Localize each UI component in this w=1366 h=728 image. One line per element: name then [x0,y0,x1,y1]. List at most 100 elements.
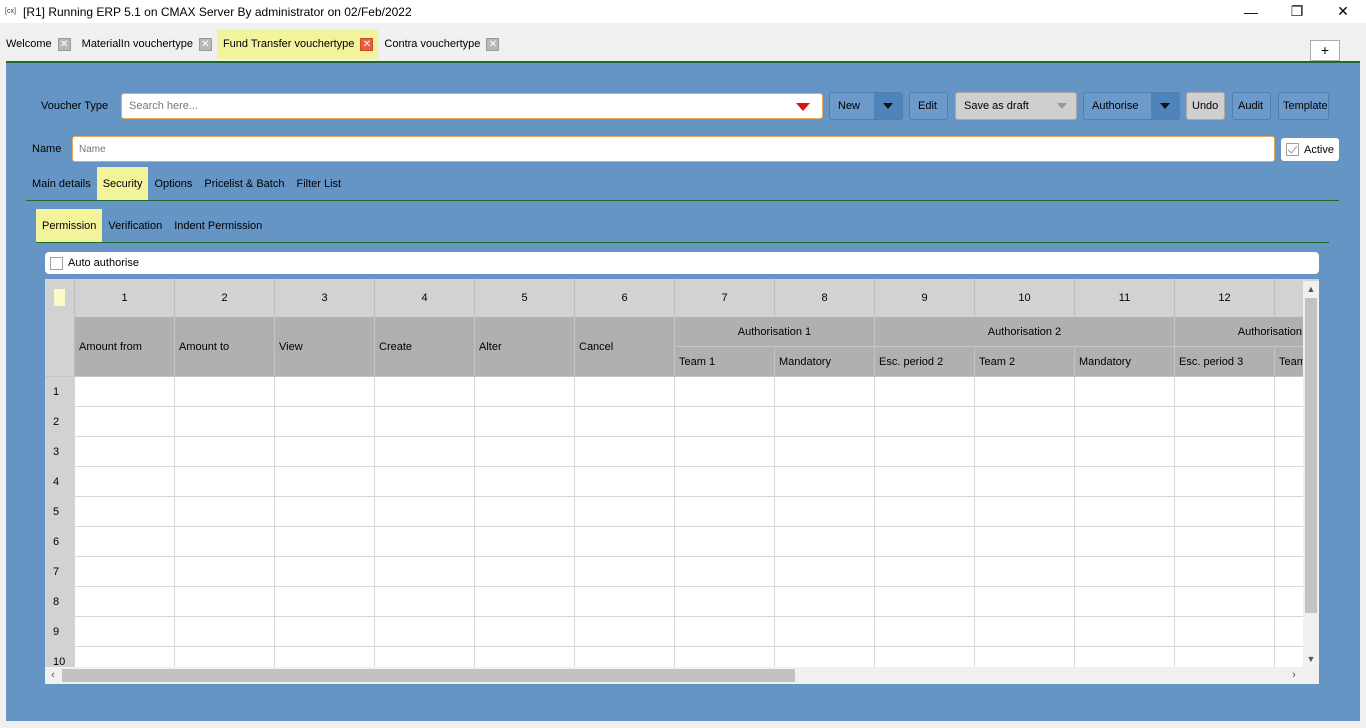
grid-cell[interactable] [1175,587,1275,617]
tab-permission[interactable]: Permission [36,209,103,242]
grid-cell[interactable] [575,557,675,587]
grid-cell[interactable] [475,587,575,617]
grid-cell[interactable] [775,407,875,437]
grid-cell[interactable] [1075,377,1175,407]
grid-cell[interactable] [375,527,475,557]
grid-cell[interactable] [775,617,875,647]
scroll-right-icon[interactable]: › [1286,667,1302,684]
grid-cell[interactable] [1075,437,1175,467]
grid-cell[interactable] [75,587,175,617]
row-number[interactable]: 4 [45,467,75,497]
grid-cell[interactable] [75,467,175,497]
horizontal-scroll-thumb[interactable] [62,669,795,682]
grid-cell[interactable] [275,617,375,647]
grid-cell[interactable] [975,377,1075,407]
doc-tab-contra[interactable]: Contra vouchertype ✕ [378,29,504,59]
grid-cell[interactable] [575,467,675,497]
grid-cell[interactable] [975,437,1075,467]
grid-cell[interactable] [175,377,275,407]
save-draft-dropdown-icon[interactable] [1048,93,1076,119]
maximize-icon[interactable]: ❐ [1274,0,1320,23]
column-number-header[interactable]: 1 [75,279,175,317]
grid-cell[interactable] [375,467,475,497]
grid-cell[interactable] [175,407,275,437]
grid-cell[interactable] [375,407,475,437]
row-number[interactable]: 8 [45,587,75,617]
row-number[interactable]: 5 [45,497,75,527]
doc-tab-materialin[interactable]: MaterialIn vouchertype ✕ [76,29,217,59]
doc-tab-fund-transfer[interactable]: Fund Transfer vouchertype ✕ [216,29,379,59]
active-checkbox[interactable] [1286,143,1299,156]
grid-cell[interactable] [475,467,575,497]
grid-cell[interactable] [475,437,575,467]
grid-cell[interactable] [675,527,775,557]
grid-cell[interactable] [275,467,375,497]
column-header[interactable]: View [275,317,375,377]
column-number-header[interactable]: 9 [875,279,975,317]
grid-cell[interactable] [675,407,775,437]
column-number-header[interactable]: 3 [275,279,375,317]
grid-cell[interactable] [375,437,475,467]
grid-cell[interactable] [775,497,875,527]
grid-cell[interactable] [675,467,775,497]
tab-pricelist-batch[interactable]: Pricelist & Batch [198,167,290,200]
grid-cell[interactable] [575,377,675,407]
column-header[interactable]: Create [375,317,475,377]
grid-cell[interactable] [575,497,675,527]
grid-cell[interactable] [775,377,875,407]
grid-cell[interactable] [75,527,175,557]
grid-cell[interactable] [575,437,675,467]
sub-column-header[interactable]: Mandatory [1075,347,1175,377]
tab-indent-permission[interactable]: Indent Permission [168,209,268,242]
grid-cell[interactable] [275,407,375,437]
grid-cell[interactable] [875,587,975,617]
grid-cell[interactable] [75,407,175,437]
grid-cell[interactable] [175,467,275,497]
grid-cell[interactable] [1075,617,1175,647]
grid-cell[interactable] [675,617,775,647]
auto-authorise-checkbox[interactable] [50,256,63,270]
grid-cell[interactable] [975,557,1075,587]
save-draft-button[interactable]: Save as draft [955,92,1077,120]
grid-cell[interactable] [175,617,275,647]
grid-cell[interactable] [975,467,1075,497]
grid-cell[interactable] [1175,617,1275,647]
grid-cell[interactable] [1075,587,1175,617]
grid-cell[interactable] [375,587,475,617]
grid-cell[interactable] [75,617,175,647]
grid-cell[interactable] [475,617,575,647]
column-number-header[interactable]: 2 [175,279,275,317]
grid-cell[interactable] [575,617,675,647]
grid-cell[interactable] [1175,437,1275,467]
row-number[interactable]: 3 [45,437,75,467]
grid-cell[interactable] [1075,527,1175,557]
grid-cell[interactable] [175,437,275,467]
grid-cell[interactable] [875,437,975,467]
grid-cell[interactable] [475,407,575,437]
close-icon[interactable]: ✕ [1320,0,1366,23]
column-number-header[interactable]: 4 [375,279,475,317]
row-number[interactable]: 6 [45,527,75,557]
grid-cell[interactable] [975,407,1075,437]
scroll-up-icon[interactable]: ▲ [1303,281,1319,297]
grid-cell[interactable] [475,527,575,557]
grid-cell[interactable] [975,587,1075,617]
grid-cell[interactable] [675,557,775,587]
horizontal-scrollbar[interactable]: ‹ › [45,667,1319,684]
grid-cell[interactable] [975,527,1075,557]
grid-cell[interactable] [75,497,175,527]
grid-cell[interactable] [875,617,975,647]
grid-cell[interactable] [375,497,475,527]
column-number-header[interactable]: 6 [575,279,675,317]
grid-cell[interactable] [675,377,775,407]
grid-cell[interactable] [175,497,275,527]
authorise-dropdown-icon[interactable] [1151,93,1179,119]
grid-cell[interactable] [75,557,175,587]
grid-cell[interactable] [875,557,975,587]
undo-button[interactable]: Undo [1186,92,1225,120]
tab-options[interactable]: Options [148,167,198,200]
authorise-button[interactable]: Authorise [1083,92,1180,120]
column-header[interactable]: Cancel [575,317,675,377]
grid-cell[interactable] [875,497,975,527]
voucher-type-search[interactable]: Search here... [121,93,823,119]
